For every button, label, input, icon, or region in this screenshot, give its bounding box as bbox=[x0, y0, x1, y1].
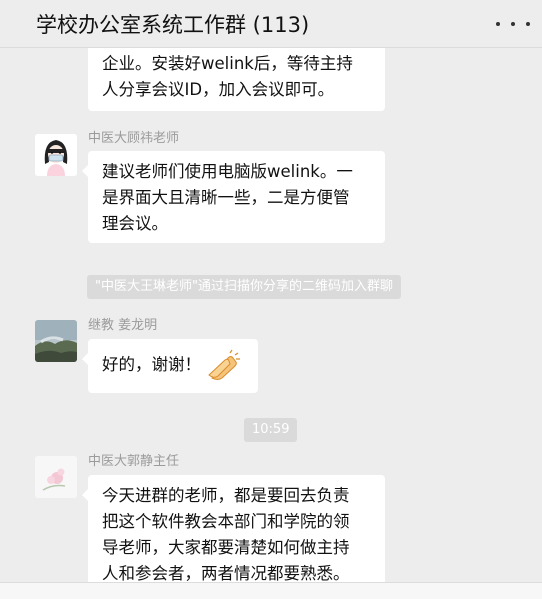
message-line: 建议老师们使用电脑版welink。一 bbox=[102, 162, 353, 181]
message-list[interactable]: 企业。安装好welink后，等待主持 人分享会议ID，加入会议即可。 中医大顾祎… bbox=[0, 48, 542, 598]
sender-name: 继教 姜龙明 bbox=[88, 318, 158, 333]
avatar[interactable] bbox=[35, 456, 77, 498]
message-bubble[interactable]: 今天进群的老师，都是要回去负责 把这个软件教会本部门和学院的领 导老师，大家都要… bbox=[82, 475, 385, 598]
flower-avatar-icon bbox=[35, 456, 77, 498]
input-bar[interactable] bbox=[0, 582, 542, 599]
timestamp: 10:59 bbox=[244, 418, 298, 442]
message-line: 导老师，大家都要清楚如何做主持 bbox=[102, 538, 350, 557]
message-line: 今天进群的老师，都是要回去负责 bbox=[102, 486, 350, 505]
sender-name: 中医大郭静主任 bbox=[88, 454, 180, 469]
message-line: 企业。安装好welink后，等待主持 bbox=[102, 54, 353, 73]
more-dots-icon[interactable] bbox=[496, 14, 530, 34]
message-line: 是界面大且清晰一些，二是方便管 bbox=[102, 188, 350, 207]
title-bar: 学校办公室系统工作群 (113) bbox=[0, 0, 542, 48]
message-line: 理会议。 bbox=[102, 214, 168, 233]
avatar[interactable] bbox=[35, 320, 77, 362]
message-line: 人分享会议ID，加入会议即可。 bbox=[102, 80, 335, 99]
message-line: 把这个软件教会本部门和学院的领 bbox=[102, 512, 350, 531]
message-bubble[interactable]: 企业。安装好welink后，等待主持 人分享会议ID，加入会议即可。 bbox=[88, 48, 385, 111]
clapping-hands-emoji-icon bbox=[206, 348, 242, 384]
sender-name: 中医大顾祎老师 bbox=[88, 131, 180, 146]
landscape-avatar-icon bbox=[35, 320, 77, 362]
chat-title: 学校办公室系统工作群 (113) bbox=[36, 13, 310, 37]
avatar[interactable] bbox=[35, 134, 77, 176]
message-text: 好的，谢谢！ bbox=[102, 355, 201, 374]
system-notice: "中医大王琳老师"通过扫描你分享的二维码加入群聊 bbox=[87, 275, 401, 299]
message-bubble[interactable]: 建议老师们使用电脑版welink。一 是界面大且清晰一些，二是方便管 理会议。 bbox=[82, 151, 385, 243]
message-bubble[interactable]: 好的，谢谢！ bbox=[82, 339, 258, 393]
cartoon-woman-avatar-icon bbox=[35, 134, 77, 176]
